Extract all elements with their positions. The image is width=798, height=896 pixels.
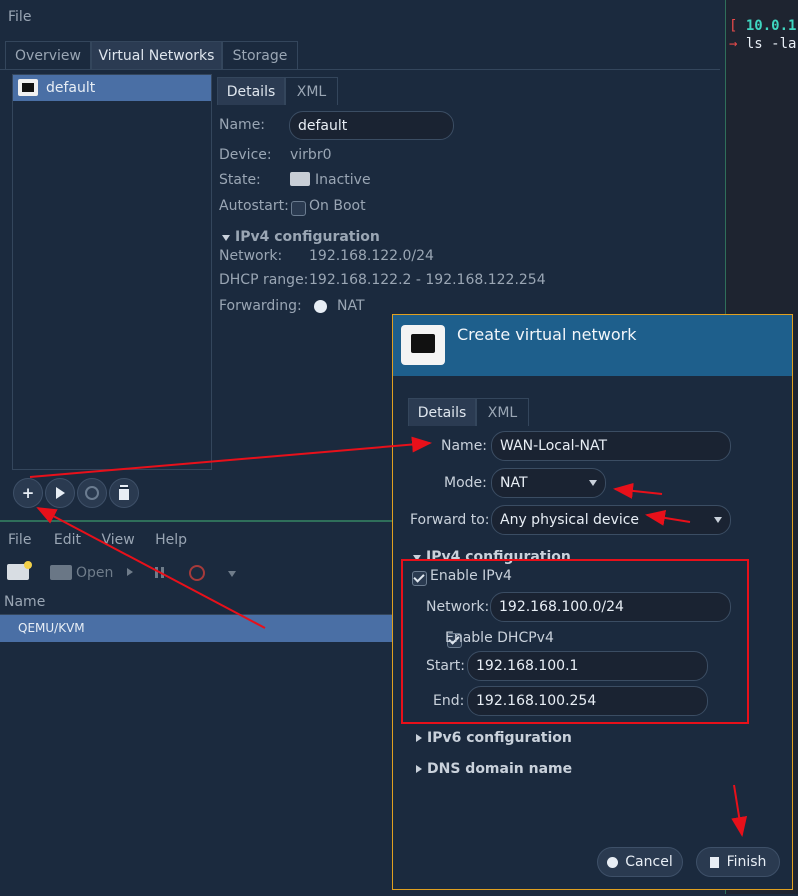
terminal-line-2: → ls -la	[729, 36, 797, 52]
expander-icon[interactable]	[416, 734, 422, 742]
terminal-line-1: [ 10.0.1	[729, 18, 797, 34]
tab-virtual-networks[interactable]: Virtual Networks	[91, 41, 222, 69]
menu-view[interactable]: View	[101, 532, 134, 548]
mode-select[interactable]: NAT	[491, 468, 606, 498]
network-icon	[18, 79, 38, 96]
connection-label: QEMU/KVM	[18, 621, 85, 635]
mode-value: NAT	[500, 475, 528, 491]
open-vm-icon[interactable]	[50, 565, 72, 580]
expander-icon[interactable]	[222, 235, 230, 241]
network-label: Network:	[219, 248, 283, 264]
ipv6-section-title[interactable]: IPv6 configuration	[427, 730, 572, 746]
run-icon[interactable]	[127, 568, 133, 576]
tab-divider	[0, 69, 720, 70]
trash-icon	[119, 486, 129, 500]
dhcp-label: DHCP range:	[219, 272, 309, 288]
forwarding-value: NAT	[337, 298, 365, 314]
autostart-checkbox[interactable]	[291, 200, 306, 216]
pause-icon[interactable]	[155, 567, 158, 578]
tab-xml[interactable]: XML	[476, 398, 529, 426]
stop-icon	[85, 486, 99, 500]
column-name[interactable]: Name	[4, 594, 45, 610]
cancel-label: Cancel	[625, 854, 673, 870]
name-field[interactable]: default	[289, 111, 454, 140]
autostart-value: On Boot	[309, 198, 366, 214]
tab-details[interactable]: Details	[217, 77, 285, 105]
device-label: Device:	[219, 147, 272, 163]
forward-to-select[interactable]: Any physical device	[491, 505, 731, 535]
device-value: virbr0	[290, 147, 332, 163]
dialog-header: Create virtual network	[393, 315, 792, 376]
dns-section-title[interactable]: DNS domain name	[427, 761, 572, 777]
menu-help[interactable]: Help	[155, 532, 187, 548]
finish-button[interactable]: Finish	[696, 847, 780, 877]
cancel-button[interactable]: Cancel	[597, 847, 683, 877]
menubar: File Edit View Help	[8, 532, 187, 548]
finish-icon	[709, 856, 719, 868]
delete-network-button[interactable]	[109, 478, 139, 508]
forward-to-value: Any physical device	[500, 512, 640, 528]
chevron-down-icon	[589, 480, 597, 486]
expander-icon[interactable]	[416, 765, 422, 773]
start-network-button[interactable]	[45, 478, 75, 508]
shutdown-icon[interactable]	[189, 565, 205, 581]
state-label: State:	[219, 172, 261, 188]
table-row[interactable]: QEMU/KVM	[0, 615, 392, 642]
shutdown-menu-icon[interactable]	[228, 571, 236, 577]
play-icon	[55, 487, 65, 499]
list-item-label: default	[46, 80, 96, 96]
network-value: 192.168.122.0/24	[309, 248, 434, 264]
cancel-icon	[607, 856, 619, 868]
forwarding-label: Forwarding:	[219, 298, 302, 314]
ipv4-section-title[interactable]: IPv4 configuration	[235, 229, 380, 245]
monitor-icon	[290, 172, 310, 186]
annotation-box	[401, 559, 749, 724]
tab-details[interactable]: Details	[408, 398, 476, 426]
tab-overview[interactable]: Overview	[5, 41, 91, 69]
chevron-down-icon	[714, 517, 722, 523]
list-item[interactable]: default	[13, 75, 211, 101]
new-vm-icon[interactable]	[7, 561, 32, 580]
open-button[interactable]: Open	[76, 565, 113, 581]
menu-file[interactable]: File	[8, 9, 31, 25]
network-icon	[401, 325, 445, 365]
menu-file[interactable]: File	[8, 532, 31, 548]
name-label: Name:	[441, 438, 488, 454]
globe-icon	[314, 300, 327, 313]
menu-edit[interactable]: Edit	[54, 532, 81, 548]
dhcp-value: 192.168.122.2 - 192.168.122.254	[309, 272, 546, 288]
dialog-title: Create virtual network	[457, 325, 637, 344]
mode-label: Mode:	[444, 475, 487, 491]
name-field[interactable]: WAN-Local-NAT	[491, 431, 731, 461]
stop-network-button[interactable]	[77, 478, 107, 508]
autostart-label: Autostart:	[219, 198, 289, 214]
tab-xml[interactable]: XML	[285, 77, 338, 105]
name-label: Name:	[219, 117, 266, 133]
finish-label: Finish	[726, 854, 767, 870]
forward-to-label: Forward to:	[410, 512, 490, 528]
add-network-button[interactable]: +	[13, 478, 43, 508]
tab-storage[interactable]: Storage	[222, 41, 298, 69]
network-list[interactable]: default	[12, 74, 212, 470]
state-value: Inactive	[315, 172, 371, 188]
